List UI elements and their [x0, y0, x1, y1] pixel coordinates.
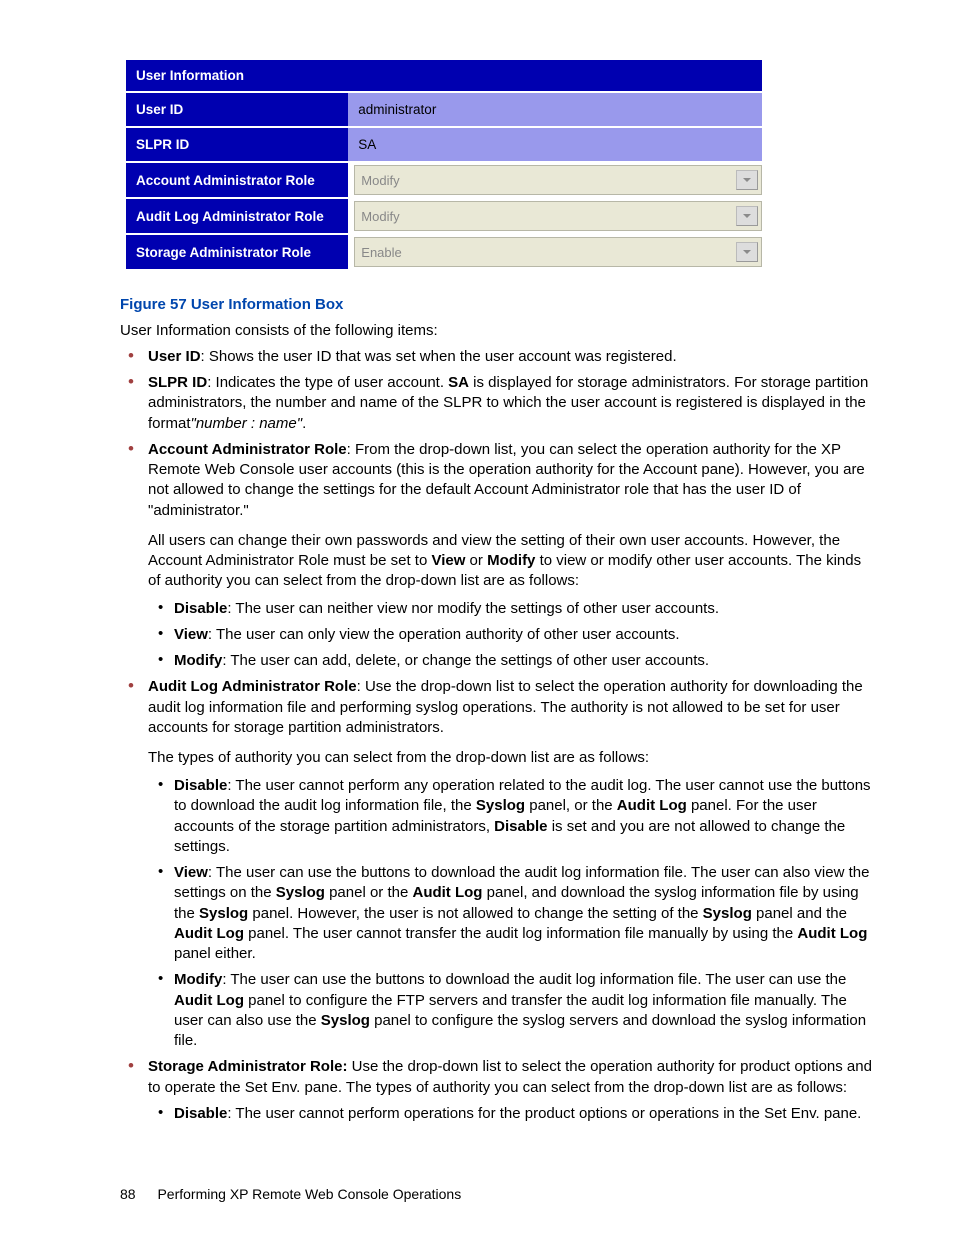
audit-role-para: The types of authority you can select fr…: [148, 748, 874, 768]
row-label-slpr-id: SLPR ID: [126, 126, 348, 161]
row-label-audit-role: Audit Log Administrator Role: [126, 197, 348, 233]
acct-role-para: All users can change their own passwords…: [148, 531, 874, 591]
row-label-acct-role: Account Administrator Role: [126, 161, 348, 197]
row-label-user-id: User ID: [126, 91, 348, 126]
row-label-storage-role: Storage Administrator Role: [126, 233, 348, 269]
row-value-slpr-id: SA: [348, 126, 762, 161]
page-footer: 88 Performing XP Remote Web Console Oper…: [120, 1186, 874, 1202]
panel-header: User Information: [126, 60, 762, 91]
figure-title: Figure 57 User Information Box: [120, 295, 874, 315]
bullet-audit-role: Audit Log Administrator Role: Use the dr…: [138, 677, 874, 1051]
row-value-user-id: administrator: [348, 91, 762, 126]
acct-sub-disable: Disable: The user can neither view nor m…: [162, 599, 874, 619]
storage-role-dropdown[interactable]: Enable: [354, 237, 762, 267]
intro-text: User Information consists of the followi…: [120, 321, 874, 341]
acct-role-dropdown[interactable]: Modify: [354, 165, 762, 195]
chevron-down-icon[interactable]: [736, 170, 758, 190]
bullet-acct-role: Account Administrator Role: From the dro…: [138, 440, 874, 672]
audit-role-value: Modify: [361, 209, 399, 224]
page-number: 88: [120, 1186, 136, 1202]
chevron-down-icon[interactable]: [736, 206, 758, 226]
audit-sub-disable: Disable: The user cannot perform any ope…: [162, 776, 874, 857]
bullet-storage-role: Storage Administrator Role: Use the drop…: [138, 1057, 874, 1124]
bullet-slpr-id: SLPR ID: Indicates the type of user acco…: [138, 373, 874, 434]
acct-sub-modify: Modify: The user can add, delete, or cha…: [162, 651, 874, 671]
section-title: Performing XP Remote Web Console Operati…: [157, 1186, 461, 1202]
user-information-box: User Information User ID administrator S…: [126, 60, 762, 269]
bullet-user-id: User ID: Shows the user ID that was set …: [138, 347, 874, 367]
storage-sub-disable: Disable: The user cannot perform operati…: [162, 1104, 874, 1124]
audit-sub-modify: Modify: The user can use the buttons to …: [162, 970, 874, 1051]
audit-role-dropdown[interactable]: Modify: [354, 201, 762, 231]
audit-sub-view: View: The user can use the buttons to do…: [162, 863, 874, 964]
acct-sub-view: View: The user can only view the operati…: [162, 625, 874, 645]
acct-role-value: Modify: [361, 173, 399, 188]
storage-role-value: Enable: [361, 245, 401, 260]
chevron-down-icon[interactable]: [736, 242, 758, 262]
